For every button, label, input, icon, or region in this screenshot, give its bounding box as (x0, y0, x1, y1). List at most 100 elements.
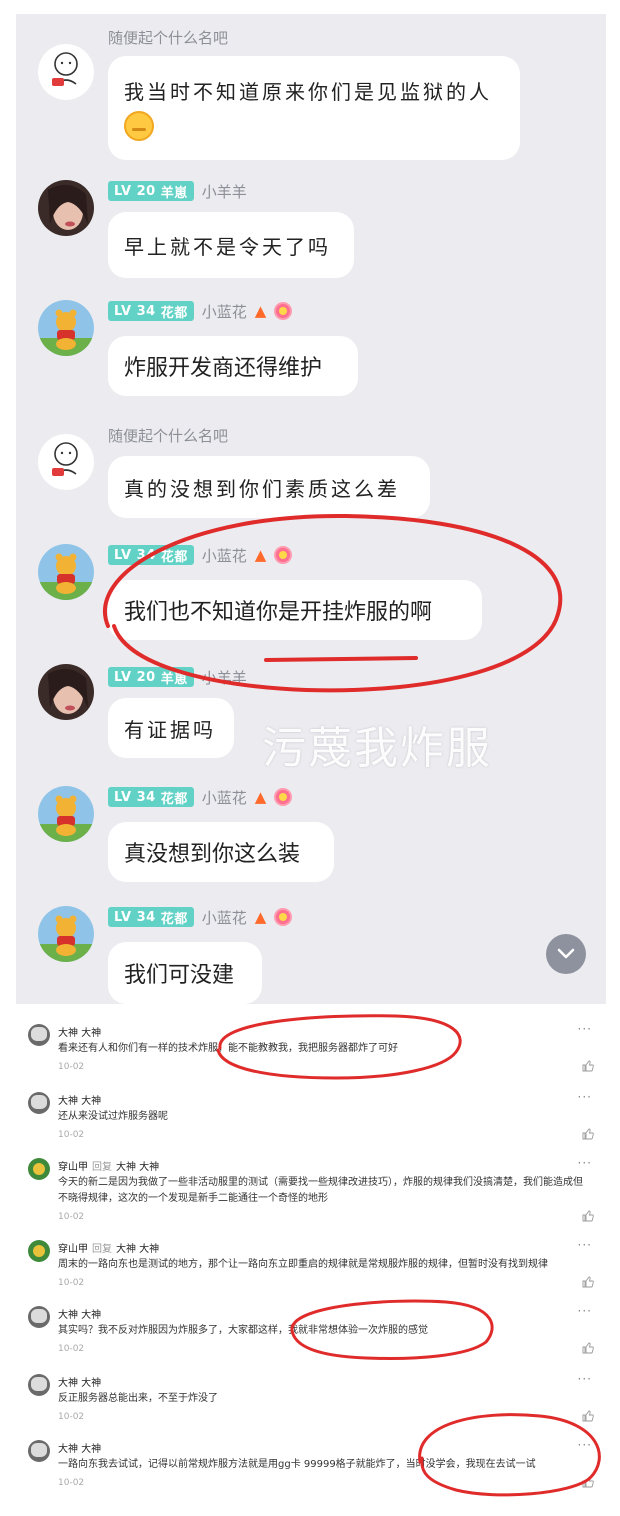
message-meta: LV 34 花都 小蓝花 ▲ (108, 300, 293, 322)
reply-label: 回复 (92, 1161, 112, 1173)
nickname[interactable]: 小蓝花 (202, 545, 247, 566)
message-text: 真没想到你这么装 (124, 842, 301, 867)
user-avatar[interactable] (28, 1306, 50, 1328)
girl-photo-avatar[interactable] (38, 180, 94, 236)
fire-badge-icon: ▲ (254, 546, 267, 564)
reply-target-username[interactable]: 大神 大神 (116, 1158, 159, 1173)
message-text: 我们也不知道你是开挂炸服的啊 (124, 600, 433, 625)
message-bubble[interactable]: 有证据吗 (108, 698, 234, 758)
comment-date: 10-02 (58, 1278, 85, 1288)
flower-badge-icon (274, 788, 293, 806)
comment-text: 看来还有人和你们有一样的技术炸服，能不能教教我，我把服务器都炸了可好 (58, 1043, 398, 1054)
reply-label: 回复 (92, 1243, 112, 1255)
comment-text: 一路向东我去试试，记得以前常规炸服方法就是用gg卡 99999格子就能炸了，当时… (58, 1459, 536, 1470)
comment-text: 今天的新二是因为我做了一些非活动服里的测试（需要找一些规律改进技巧），炸服的规律… (58, 1177, 583, 1204)
comment-username[interactable]: 穿山甲 (58, 1158, 88, 1173)
comment-date: 10-02 (58, 1212, 85, 1222)
user-avatar[interactable] (28, 1092, 50, 1114)
comment-date: 10-02 (58, 1062, 85, 1072)
comment-header: 穿山甲 回复 大神 大神 (58, 1158, 159, 1173)
nickname[interactable]: 小蓝花 (202, 907, 247, 928)
message-text: 真的没想到你们素质这么差 (124, 476, 400, 501)
message-bubble[interactable]: 炸服开发商还得维护 (108, 336, 358, 396)
like-icon[interactable] (582, 1060, 594, 1072)
more-options-icon[interactable]: ··· (578, 1438, 592, 1452)
comment-header: 大神 大神 (58, 1024, 101, 1039)
nickname[interactable]: 小羊羊 (202, 181, 247, 202)
meme-character-icon[interactable] (38, 434, 94, 490)
scroll-to-bottom-button[interactable] (546, 934, 586, 974)
comment-username[interactable]: 大神 大神 (58, 1024, 101, 1039)
like-icon[interactable] (582, 1210, 594, 1222)
nickname[interactable]: 小蓝花 (202, 301, 247, 322)
fire-badge-icon: ▲ (254, 788, 267, 806)
level-badge: LV 34 花都 (108, 907, 194, 927)
level-badge: LV 20 羊崽 (108, 667, 194, 687)
pooh-bear-avatar[interactable] (38, 300, 94, 356)
user-avatar[interactable] (28, 1440, 50, 1462)
girl-photo-avatar[interactable] (38, 664, 94, 720)
fire-badge-icon: ▲ (254, 302, 267, 320)
nickname[interactable]: 随便起个什么名吧 (108, 425, 228, 446)
fire-badge-icon: ▲ (254, 908, 267, 926)
message-bubble[interactable]: 我们也不知道你是开挂炸服的啊 (108, 580, 482, 640)
pooh-bear-avatar[interactable] (38, 544, 94, 600)
user-avatar[interactable] (28, 1240, 50, 1262)
watermark-text: 污蔑我炸服 (262, 723, 492, 774)
message-meta: 随便起个什么名吧 (108, 26, 228, 48)
level-badge: LV 20 羊崽 (108, 181, 194, 201)
comment-header: 大神 大神 (58, 1374, 101, 1389)
message-bubble[interactable]: 我们可没建 (108, 942, 262, 1004)
user-avatar[interactable] (28, 1158, 50, 1180)
pooh-bear-avatar[interactable] (38, 786, 94, 842)
like-icon[interactable] (582, 1342, 594, 1354)
comment-username[interactable]: 大神 大神 (58, 1440, 101, 1455)
meme-character-icon[interactable] (38, 44, 94, 100)
user-avatar[interactable] (28, 1374, 50, 1396)
more-options-icon[interactable]: ··· (578, 1022, 592, 1036)
comment-username[interactable]: 大神 大神 (58, 1092, 101, 1107)
message-bubble[interactable]: 我当时不知道原来你们是见监狱的人 (108, 56, 520, 160)
chevron-down-icon (557, 948, 575, 959)
more-options-icon[interactable]: ··· (578, 1372, 592, 1386)
comment-date: 10-02 (58, 1344, 85, 1354)
like-icon[interactable] (582, 1476, 594, 1488)
comment-header: 大神 大神 (58, 1092, 101, 1107)
comment-date: 10-02 (58, 1130, 85, 1140)
message-text: 我们可没建 (124, 963, 235, 988)
more-options-icon[interactable]: ··· (578, 1238, 592, 1252)
message-text: 有证据吗 (124, 717, 216, 742)
nickname[interactable]: 小蓝花 (202, 787, 247, 808)
comment-username[interactable]: 穿山甲 (58, 1240, 88, 1255)
more-options-icon[interactable]: ··· (578, 1090, 592, 1104)
comment-header: 穿山甲 回复 大神 大神 (58, 1240, 159, 1255)
pooh-bear-avatar[interactable] (38, 906, 94, 962)
comment-text: 周末的一路向东也是测试的地方，那个让一路向东立即重启的规律就是常规服炸服的规律，… (58, 1259, 548, 1270)
user-avatar[interactable] (28, 1024, 50, 1046)
nickname[interactable]: 小羊羊 (202, 667, 247, 688)
message-meta: LV 34 花都 小蓝花 ▲ (108, 544, 293, 566)
message-bubble[interactable]: 早上就不是令天了吗 (108, 212, 354, 278)
like-icon[interactable] (582, 1128, 594, 1140)
message-meta: LV 34 花都 小蓝花 ▲ (108, 906, 293, 928)
more-options-icon[interactable]: ··· (578, 1156, 592, 1170)
comment-date: 10-02 (58, 1478, 85, 1488)
like-icon[interactable] (582, 1410, 594, 1422)
comment-header: 大神 大神 (58, 1306, 101, 1321)
comment-username[interactable]: 大神 大神 (58, 1306, 101, 1321)
comment-username[interactable]: 大神 大神 (58, 1374, 101, 1389)
message-meta: LV 20 羊崽 小羊羊 (108, 180, 247, 202)
awkward-face-emoji (124, 110, 154, 141)
nickname[interactable]: 随便起个什么名吧 (108, 27, 228, 48)
reply-target-username[interactable]: 大神 大神 (116, 1240, 159, 1255)
like-icon[interactable] (582, 1276, 594, 1288)
message-text: 炸服开发商还得维护 (124, 356, 323, 381)
more-options-icon[interactable]: ··· (578, 1304, 592, 1318)
flower-badge-icon (274, 908, 293, 926)
level-badge: LV 34 花都 (108, 301, 194, 321)
message-bubble[interactable]: 真没想到你这么装 (108, 822, 334, 882)
flower-badge-icon (274, 302, 293, 320)
message-bubble[interactable]: 真的没想到你们素质这么差 (108, 456, 430, 518)
message-text: 我当时不知道原来你们是见监狱的人 (124, 79, 492, 104)
message-text: 早上就不是令天了吗 (124, 234, 331, 259)
